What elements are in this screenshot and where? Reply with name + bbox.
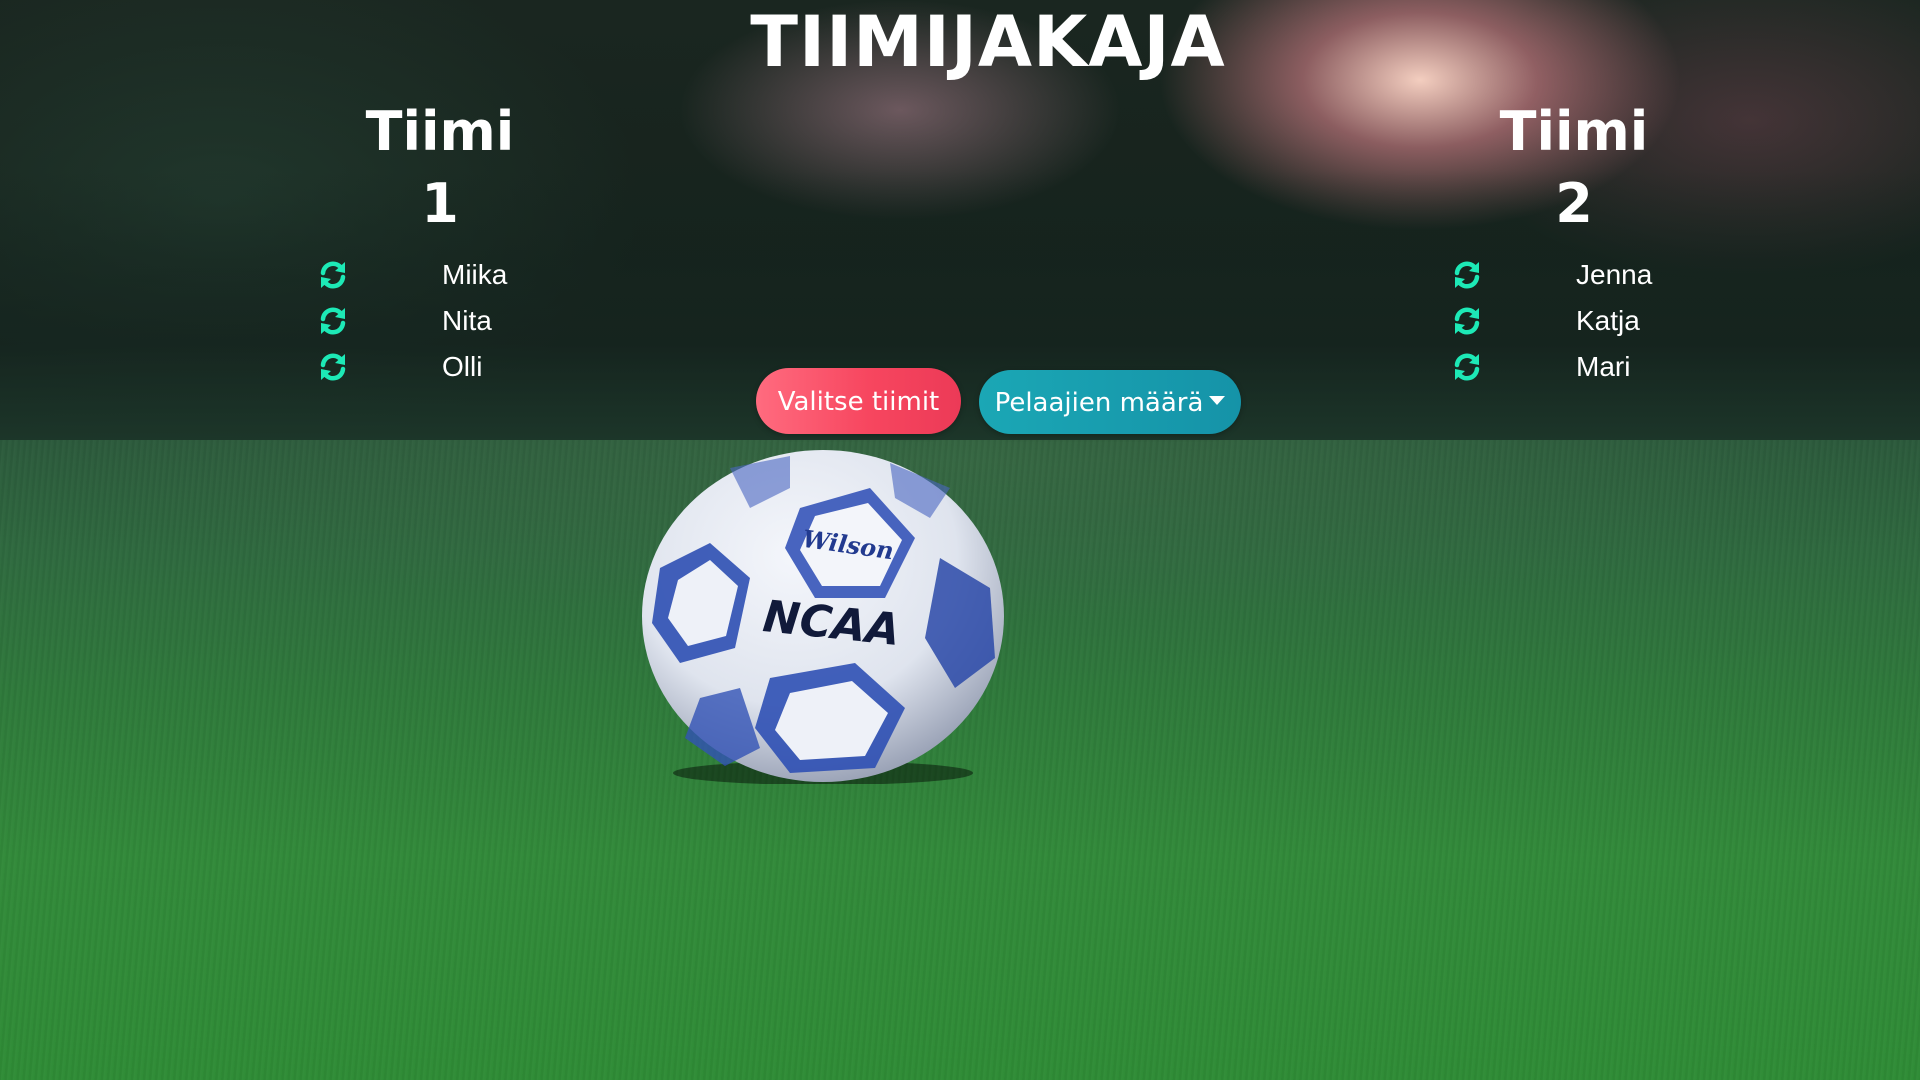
- player-name: Nita: [442, 305, 492, 336]
- refresh-icon[interactable]: [318, 352, 348, 382]
- player-row: Katja: [1444, 298, 1674, 344]
- player-name: Katja: [1576, 305, 1640, 336]
- select-teams-button[interactable]: Valitse tiimit: [756, 368, 961, 434]
- player-row: Miika: [310, 252, 540, 298]
- refresh-icon[interactable]: [1452, 260, 1482, 290]
- player-row: Olli: [310, 344, 540, 390]
- player-count-label: Pelaajien määrä: [994, 388, 1204, 418]
- player-row: Jenna: [1444, 252, 1674, 298]
- caret-down-icon: [1209, 396, 1226, 405]
- team-1-panel: Tiimi 1 Miika Nita Olli: [310, 96, 540, 390]
- team-1-player-list: Miika Nita Olli: [310, 252, 540, 390]
- player-name: Mari: [1576, 351, 1631, 382]
- team-2-panel: Tiimi 2 Jenna Katja Mari: [1444, 96, 1674, 390]
- soccer-ball-image: Wilson NCAA: [642, 450, 1004, 784]
- app-title: TIIMIJAKAJA: [750, 1, 1226, 83]
- refresh-icon[interactable]: [318, 306, 348, 336]
- team-1-title: Tiimi 1: [365, 100, 515, 235]
- app-screen: Wilson NCAA TIIMIJAKAJA Tiimi 1 Miika Ni…: [0, 0, 1920, 1080]
- refresh-icon[interactable]: [1452, 352, 1482, 382]
- team-2-title: Tiimi 2: [1499, 100, 1649, 235]
- refresh-icon[interactable]: [1452, 306, 1482, 336]
- player-row: Mari: [1444, 344, 1674, 390]
- player-name: Miika: [442, 259, 508, 290]
- player-row: Nita: [310, 298, 540, 344]
- team-2-player-list: Jenna Katja Mari: [1444, 252, 1674, 390]
- player-name: Jenna: [1576, 259, 1653, 290]
- player-name: Olli: [442, 351, 483, 382]
- player-count-dropdown[interactable]: Pelaajien määrä: [979, 370, 1241, 434]
- refresh-icon[interactable]: [318, 260, 348, 290]
